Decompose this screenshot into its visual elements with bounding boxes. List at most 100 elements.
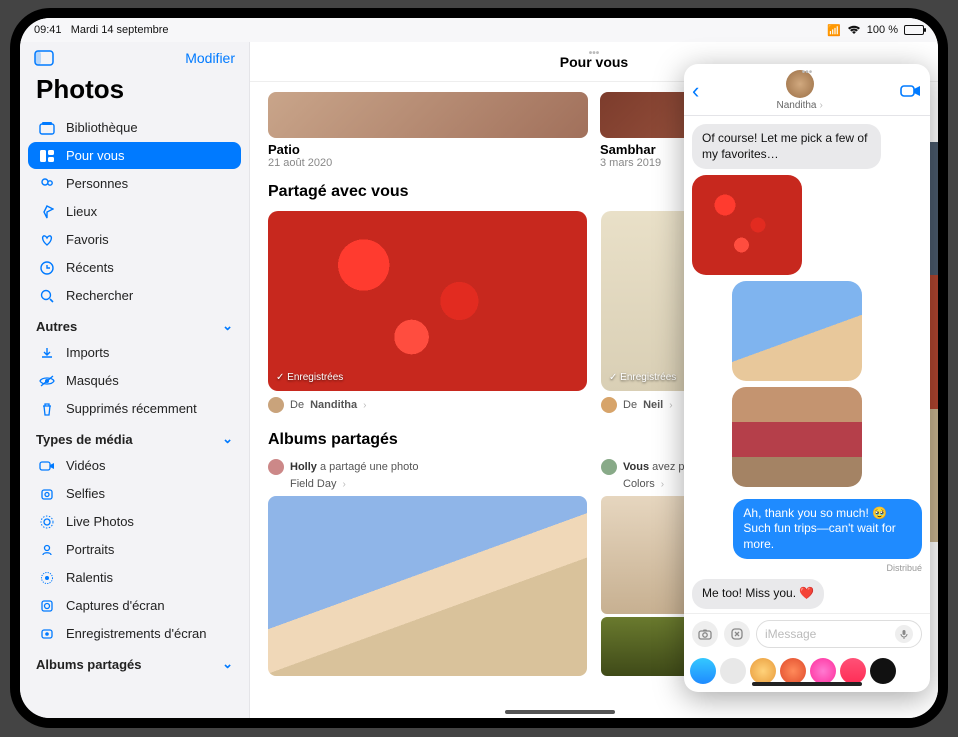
message-image-attachment[interactable] [732,387,862,487]
from-prefix: De [290,399,304,411]
portrait-icon [38,543,56,557]
sidebar-item-videos[interactable]: Vidéos [28,452,241,479]
sidebar-item-label: Rechercher [66,288,133,303]
sidebar-group-autres[interactable]: Autres ⌄ [26,310,243,338]
search-icon [38,289,56,303]
live-photo-icon [38,515,56,529]
from-name: Nanditha [310,399,357,411]
sidebar-item-hidden[interactable]: Masqués [28,367,241,394]
sidebar-group-label: Types de média [36,432,133,447]
sidebar-item-imports[interactable]: Imports [28,339,241,366]
message-input[interactable]: iMessage [756,620,922,648]
sidebar-group-label: Albums partagés [36,657,141,672]
screen-recording-icon [38,627,56,641]
sidebar-item-label: Récents [66,260,114,275]
sidebar-item-people[interactable]: Personnes [28,170,241,197]
sidebar-item-library[interactable]: Bibliothèque [28,114,241,141]
sidebar-item-portraits[interactable]: Portraits [28,536,241,563]
app-strip-icon[interactable] [690,658,716,684]
from-prefix: De [623,399,637,411]
chevron-right-icon: › [669,400,672,411]
app-strip-icon[interactable] [840,658,866,684]
screenshot-icon [38,599,56,613]
app-strip-icon[interactable] [870,658,896,684]
back-button[interactable]: ‹ [692,78,699,104]
imessage-app-strip[interactable] [684,654,930,692]
video-icon [38,460,56,472]
avatar [601,397,617,413]
saved-badge: ✓ Enregistrées [609,372,676,383]
sidebar-item-live-photos[interactable]: Live Photos [28,508,241,535]
sidebar-item-pour-vous[interactable]: Pour vous [28,142,241,169]
sidebar-item-recents[interactable]: Récents [28,254,241,281]
multitask-dots-icon[interactable]: ••• [802,67,813,78]
for-you-icon [38,149,56,163]
sidebar-group-label: Autres [36,319,77,334]
sidebar-item-slomo[interactable]: Ralentis [28,564,241,591]
sidebar-item-label: Vidéos [66,458,106,473]
sidebar-item-label: Imports [66,345,109,360]
signal-icon: 📶 [827,24,841,37]
contact-header[interactable]: Nanditha › [776,70,822,111]
shared-album-card[interactable]: Holly a partagé une photo Field Day › [268,459,587,676]
heart-icon [38,233,56,247]
message-bubble-incoming[interactable]: Of course! Let me pick a few of my favor… [692,124,881,169]
sidebar-group-shared-albums[interactable]: Albums partagés ⌄ [26,648,243,676]
sidebar-item-favorites[interactable]: Favoris [28,226,241,253]
sidebar-item-label: Favoris [66,232,109,247]
message-image-attachment[interactable] [732,281,862,381]
message-bubble-outgoing[interactable]: Ah, thank you so much! 🥹 Such fun trips—… [733,499,922,560]
message-input-row: iMessage [684,613,930,654]
home-indicator[interactable] [752,682,862,686]
app-strip-icon[interactable] [750,658,776,684]
message-bubble-incoming[interactable]: Me too! Miss you. ❤️ [692,579,824,609]
sidebar-item-label: Captures d'écran [66,598,165,613]
sidebar-item-places[interactable]: Lieux [28,198,241,225]
library-icon [38,121,56,135]
sidebar-item-recently-deleted[interactable]: Supprimés récemment [28,395,241,422]
sidebar-item-label: Lieux [66,204,97,219]
from-name: Neil [643,399,663,411]
import-icon [38,346,56,360]
app-store-button[interactable] [724,621,750,647]
slideover-messages[interactable]: ••• ‹ Nanditha › Of course! Let me pick … [684,64,930,692]
sidebar-item-search[interactable]: Rechercher [28,282,241,309]
shared-thumbnail: ✓ Enregistrées [268,211,587,391]
multitask-dots-icon[interactable]: ••• [589,48,600,59]
shared-from-row[interactable]: De Nanditha › [268,397,587,413]
sidebar-item-selfies[interactable]: Selfies [28,480,241,507]
shared-card[interactable]: ✓ Enregistrées De Nanditha › [268,211,587,413]
chevron-right-icon: › [363,400,366,411]
sidebar-item-screenshots[interactable]: Captures d'écran [28,592,241,619]
app-strip-icon[interactable] [720,658,746,684]
messages-header: ••• ‹ Nanditha › [684,64,930,116]
facetime-button[interactable] [900,84,922,98]
chevron-down-icon: ⌄ [222,318,233,334]
album-thumbnail [268,496,587,676]
message-image-attachment[interactable] [692,175,802,275]
app-strip-icon[interactable] [780,658,806,684]
memory-thumbnail [268,92,588,138]
chevron-right-icon: › [342,479,345,490]
trash-icon [38,402,56,416]
sidebar-group-media[interactable]: Types de média ⌄ [26,423,243,451]
eye-slash-icon [38,375,56,387]
camera-button[interactable] [692,621,718,647]
message-placeholder: iMessage [765,627,816,641]
album-who: Vous [623,461,649,473]
sidebar-item-screen-recordings[interactable]: Enregistrements d'écran [28,620,241,647]
avatar [268,459,284,475]
sidebar-item-label: Supprimés récemment [66,401,197,416]
chevron-right-icon: › [820,100,823,111]
home-indicator[interactable] [505,710,615,714]
messages-body[interactable]: Of course! Let me pick a few of my favor… [684,116,930,613]
contact-name: Nanditha [776,100,816,111]
sidebar-toggle-icon[interactable] [34,50,54,66]
app-strip-icon[interactable] [810,658,836,684]
sidebar-item-label: Personnes [66,176,128,191]
dictation-button[interactable] [895,625,913,643]
edit-button[interactable]: Modifier [185,50,235,66]
sidebar: Modifier Photos Bibliothèque Pour vous P… [20,42,250,718]
memory-card[interactable]: Patio 21 août 2020 [268,92,588,169]
saved-badge: ✓ Enregistrées [276,372,343,383]
